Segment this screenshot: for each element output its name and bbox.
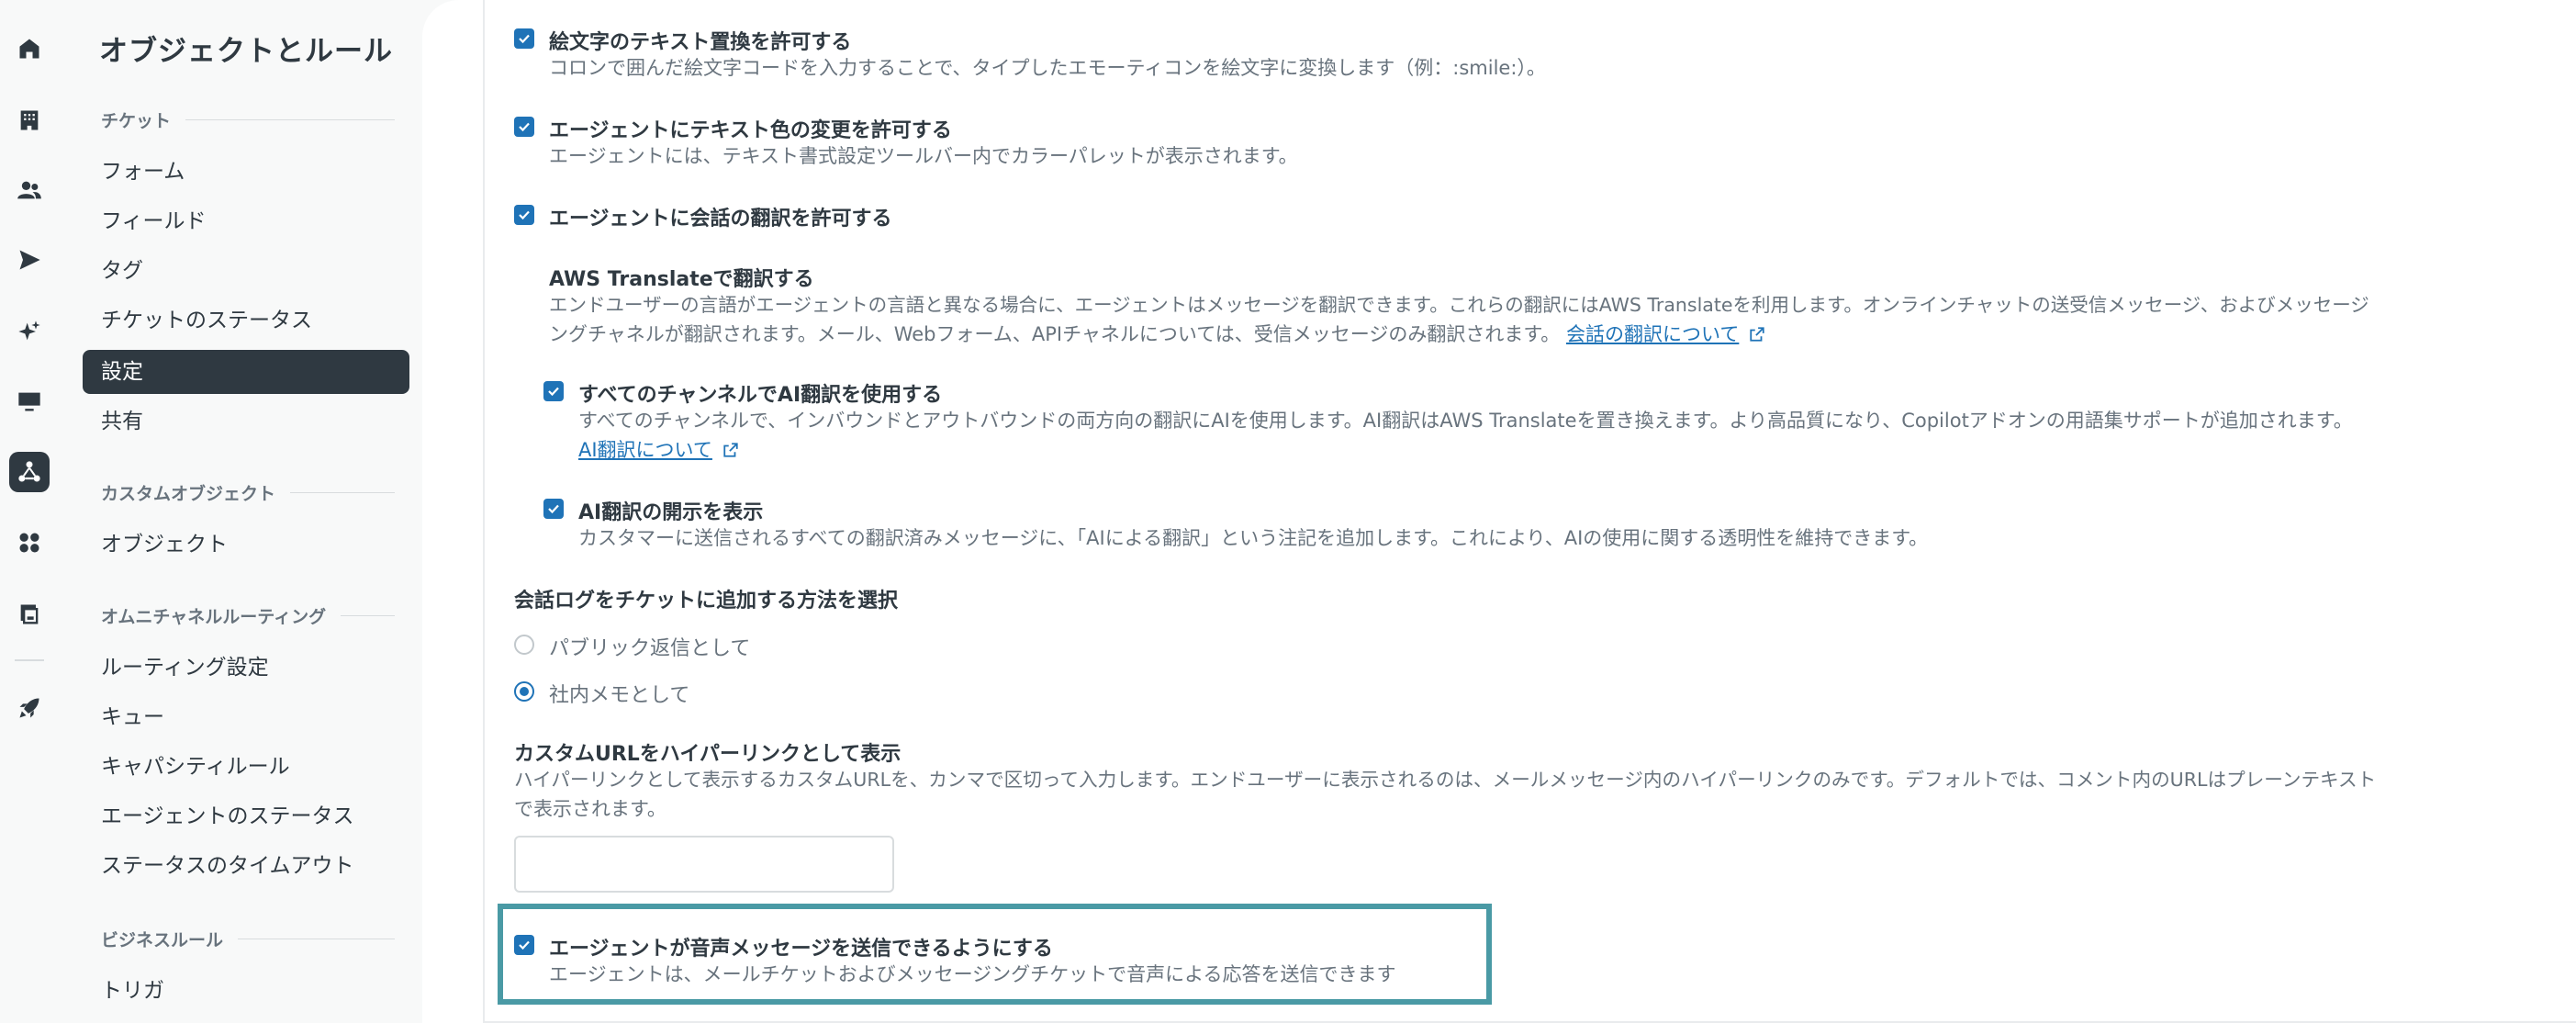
nav-item-forms[interactable]: フォーム <box>83 150 409 194</box>
secondary-nav: オブジェクトとルール チケット フォーム フィールド タグ チケットのステータス… <box>72 0 422 1023</box>
ai-translation-link-row: AI翻訳について <box>578 435 739 465</box>
nav-section-business-rules: ビジネスルール <box>101 927 395 950</box>
nav-item-agent-statuses[interactable]: エージェントのステータス <box>83 794 409 838</box>
nav-item-sharing[interactable]: 共有 <box>83 399 409 444</box>
nav-item-capacity-rules[interactable]: キャパシティルール <box>83 745 409 789</box>
nav-title: オブジェクトとルール <box>99 35 393 68</box>
check-icon <box>519 34 530 44</box>
emoji-replacement-label: 絵文字のテキスト置換を許可する <box>549 31 852 54</box>
text-color-checkbox[interactable] <box>514 117 534 137</box>
voice-messages-label: エージェントが音声メッセージを送信できるようにする <box>549 938 1053 961</box>
check-icon <box>548 504 559 514</box>
objects-rules-icon[interactable] <box>9 452 50 492</box>
monitor-icon[interactable] <box>12 384 47 419</box>
nav-section-tickets: チケット <box>101 108 395 131</box>
rocket-icon[interactable] <box>12 691 47 725</box>
ai-disclosure-label: AI翻訳の開示を表示 <box>578 501 764 524</box>
voice-messages-checkbox[interactable] <box>514 935 534 955</box>
ai-translation-label: すべてのチャンネルでAI翻訳を使用する <box>578 384 943 407</box>
nav-item-tags[interactable]: タグ <box>83 249 409 293</box>
ai-translation-checkbox[interactable] <box>543 381 564 401</box>
nav-section-label: ビジネスルール <box>101 929 224 950</box>
nav-section-custom-objects: カスタムオブジェクト <box>101 481 395 504</box>
rail-divider <box>15 659 44 661</box>
users-icon[interactable] <box>12 173 47 208</box>
custom-url-heading: カスタムURLをハイパーリンクとして表示 <box>514 743 902 766</box>
nav-section-label: チケット <box>101 110 172 131</box>
nav-item-triggers[interactable]: トリガ <box>83 969 409 1013</box>
apps-icon[interactable] <box>12 525 47 560</box>
translation-help-link[interactable]: 会話の翻訳について <box>1566 323 1739 345</box>
text-color-label: エージェントにテキスト色の変更を許可する <box>549 119 952 142</box>
emoji-replacement-desc: コロンで囲んだ絵文字コードを入力することで、タイプしたエモーティコンを絵文字に変… <box>549 57 1546 79</box>
translate-checkbox[interactable] <box>514 205 534 225</box>
conversation-log-heading: 会話ログをチケットに追加する方法を選択 <box>514 590 899 613</box>
custom-url-input[interactable] <box>514 836 894 893</box>
internal-note-radio[interactable] <box>514 681 534 702</box>
nav-item-fields[interactable]: フィールド <box>83 199 409 243</box>
icon-rail <box>0 0 72 1023</box>
ai-disclosure-checkbox[interactable] <box>543 499 564 519</box>
sparkle-icon[interactable] <box>12 314 47 349</box>
check-icon <box>519 940 530 950</box>
check-icon <box>519 210 530 220</box>
home-icon[interactable] <box>12 31 47 66</box>
nav-section-label: オムニチャネルルーティング <box>101 606 327 627</box>
ai-disclosure-desc: カスタマーに送信されるすべての翻訳済みメッセージに、「AIによる翻訳」という注記… <box>578 527 1929 549</box>
check-icon <box>548 387 559 397</box>
ai-translation-help-link[interactable]: AI翻訳について <box>578 439 712 461</box>
aws-translate-desc-text: ングチャネルが翻訳されます。メール、Webフォーム、APIチャネルについては、受… <box>549 323 1561 345</box>
custom-url-desc-line1: ハイパーリンクとして表示するカスタムURLを、カンマで区切って入力します。エンド… <box>514 769 2377 791</box>
nav-item-ticket-statuses[interactable]: チケットのステータス <box>83 298 409 343</box>
text-color-desc: エージェントには、テキスト書式設定ツールバー内でカラーパレットが表示されます。 <box>549 145 1298 167</box>
check-icon <box>519 122 530 132</box>
external-link-icon <box>722 443 738 457</box>
aws-translate-desc-line2: ングチャネルが翻訳されます。メール、Webフォーム、APIチャネルについては、受… <box>549 320 1765 349</box>
public-reply-radio[interactable] <box>514 635 534 655</box>
workspace-icon[interactable] <box>12 597 47 632</box>
send-icon[interactable] <box>12 242 47 277</box>
emoji-replacement-checkbox[interactable] <box>514 28 534 49</box>
nav-section-label: カスタムオブジェクト <box>101 483 276 504</box>
nav-item-routing-settings[interactable]: ルーティング設定 <box>83 646 409 690</box>
custom-url-desc-line2: で表示されます。 <box>514 798 666 820</box>
nav-section-omnichannel-routing: オムニチャネルルーティング <box>101 604 395 627</box>
nav-item-queues[interactable]: キュー <box>83 695 409 739</box>
translate-label: エージェントに会話の翻訳を許可する <box>549 208 892 230</box>
nav-item-settings[interactable]: 設定 <box>83 350 409 394</box>
public-reply-label: パブリック返信として <box>549 637 751 660</box>
nav-item-objects[interactable]: オブジェクト <box>83 523 409 567</box>
building-icon[interactable] <box>12 103 47 138</box>
aws-translate-heading: AWS Translateで翻訳する <box>549 268 814 291</box>
nav-item-status-timeouts[interactable]: ステータスのタイムアウト <box>83 844 409 888</box>
internal-note-label: 社内メモとして <box>549 684 690 707</box>
voice-messages-desc: エージェントは、メールチケットおよびメッセージングチケットで音声による応答を送信… <box>549 963 1396 985</box>
external-link-icon <box>1750 327 1764 342</box>
aws-translate-desc-line1: エンドユーザーの言語がエージェントの言語と異なる場合に、エージェントはメッセージ… <box>549 294 2369 316</box>
ai-translation-desc: すべてのチャンネルで、インバウンドとアウトバウンドの両方向の翻訳にAIを使用しま… <box>578 410 2353 432</box>
